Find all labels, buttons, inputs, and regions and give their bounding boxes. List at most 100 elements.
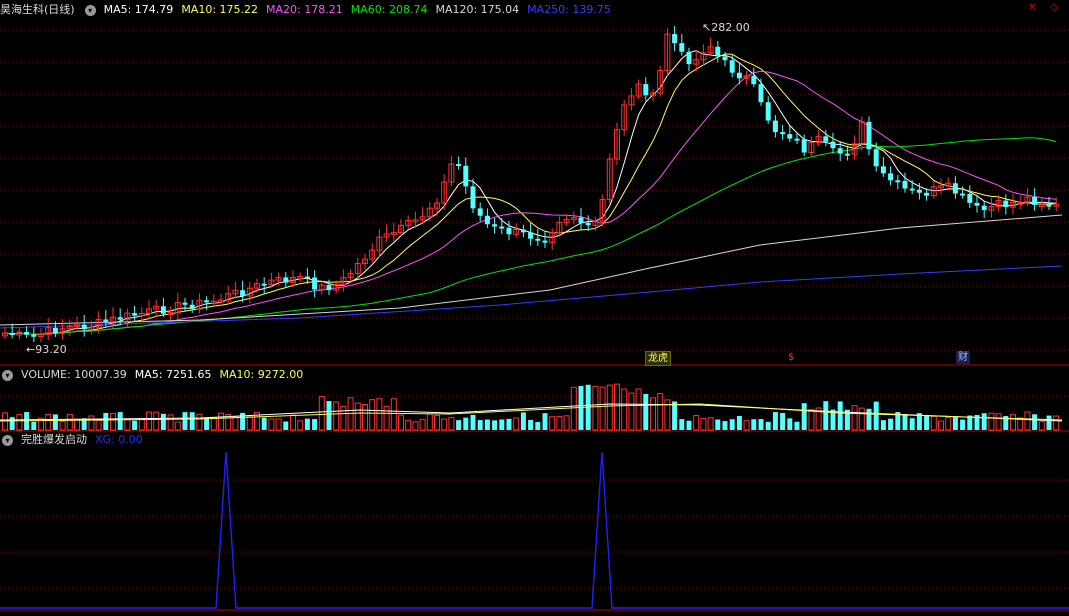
volume-bar	[59, 420, 66, 431]
volume-bar	[448, 417, 455, 431]
candle-body	[794, 138, 800, 141]
volume-bar	[426, 413, 433, 431]
volume-bar	[772, 412, 778, 430]
volume-bar	[614, 383, 620, 431]
event-badge-dragon-tiger[interactable]: 龙虎	[645, 351, 671, 366]
candle-body	[801, 139, 807, 153]
indicator-ma120: MA120: 175.04	[435, 3, 520, 16]
indicator-title: 完胜爆发启动	[21, 433, 87, 446]
volume-bar	[275, 418, 282, 431]
candle-body	[477, 208, 483, 216]
volume-bar	[31, 421, 37, 430]
indicator-ma5: MA5: 174.79	[103, 3, 174, 16]
candle-body	[981, 205, 987, 211]
volume-bar	[823, 401, 829, 430]
circle-arrow-icon[interactable]: ▾	[84, 4, 96, 16]
volume-bar	[520, 412, 526, 430]
indicator-ma10: MA10: 175.22	[181, 3, 259, 16]
volume-bar	[210, 417, 217, 431]
volume-bar	[412, 421, 419, 431]
xg-value: XG: 0.00	[95, 433, 143, 446]
volume-bar	[174, 421, 181, 431]
indicator-ma60: MA60: 208.74	[350, 3, 428, 16]
event-badge-finance[interactable]: 财	[956, 351, 970, 364]
volume-value: VOLUME: 10007.39	[21, 368, 127, 381]
volume-bar	[995, 413, 1002, 431]
candle-body	[542, 240, 548, 243]
volume-bar	[362, 404, 368, 431]
candle-body	[880, 166, 886, 174]
main-panel-header: 昊海生科(日线) ▾ MA5: 174.79 MA10: 175.22 MA20: 17…	[0, 2, 619, 18]
volume-bar	[528, 419, 534, 430]
volume-bar	[246, 416, 253, 431]
volume-bar	[9, 417, 15, 430]
volume-bar	[1038, 420, 1045, 431]
volume-bar	[405, 419, 412, 431]
volume-bar	[470, 414, 476, 430]
volume-bar	[268, 418, 275, 431]
volume-bar	[902, 414, 908, 430]
candle-body	[463, 165, 469, 187]
volume-bar	[780, 412, 786, 430]
volume-bar	[657, 392, 664, 431]
candle-body	[780, 132, 786, 135]
candle-body	[240, 290, 246, 296]
volume-bar	[312, 419, 318, 430]
candle-body	[751, 75, 757, 85]
volume-bar	[95, 419, 102, 431]
volume-bar	[369, 399, 376, 431]
volume-bar	[45, 413, 52, 431]
candle-body	[924, 192, 930, 196]
volume-bar	[592, 385, 599, 431]
candle-body	[1032, 197, 1038, 205]
close-icon[interactable]: ✕	[1028, 2, 1038, 13]
volume-bar	[549, 416, 556, 431]
volume-bar	[340, 406, 347, 431]
indicator-panel-header: ▾ 完胜爆发启动 XG: 0.00	[0, 432, 151, 448]
volume-bar	[354, 402, 361, 431]
volume-bar	[1053, 415, 1060, 431]
volume-bar	[146, 411, 152, 431]
candle-body	[117, 317, 123, 320]
volume-bar	[981, 413, 987, 430]
volume-ma5: MA5: 7251.65	[134, 368, 212, 381]
volume-bar	[866, 408, 872, 430]
candle-body	[916, 189, 922, 193]
volume-bar	[333, 401, 340, 431]
candle-body	[578, 217, 584, 223]
xg-signal	[0, 451, 1069, 609]
volume-bar	[570, 386, 577, 431]
ma20-line	[4, 70, 1057, 335]
circle-arrow-icon[interactable]: ▾	[2, 369, 13, 381]
candle-body	[326, 285, 332, 291]
volume-bar	[758, 419, 764, 430]
event-badge-dollar[interactable]: $	[786, 351, 796, 364]
volume-bar	[707, 417, 714, 431]
volume-bar	[153, 411, 160, 431]
stock-chart[interactable]	[0, 0, 1069, 616]
circle-arrow-icon[interactable]: ▾	[2, 434, 13, 446]
volume-bar	[794, 421, 800, 430]
candle-body	[312, 277, 318, 290]
diamond-icon[interactable]: ◇	[1050, 2, 1060, 13]
volume-bar	[304, 418, 310, 430]
volume-bar	[189, 412, 195, 430]
volume-bar	[103, 412, 109, 430]
panel-separators	[0, 364, 1069, 611]
volume-bar	[808, 408, 815, 431]
candle-body	[952, 183, 958, 194]
candlesticks	[2, 26, 1060, 343]
volume-bar	[542, 413, 548, 430]
candle-body	[844, 153, 850, 156]
volume-bar	[643, 393, 649, 430]
volume-bar	[801, 403, 807, 430]
volume-bar	[484, 419, 490, 430]
volume-bar	[930, 415, 937, 431]
volume-bar	[492, 420, 498, 430]
candle-body	[960, 193, 966, 196]
volume-bar	[283, 421, 289, 430]
volume-bar	[52, 414, 58, 430]
volume-bar	[1010, 414, 1016, 431]
volume-bar	[132, 420, 138, 430]
volume-bar	[383, 405, 390, 431]
